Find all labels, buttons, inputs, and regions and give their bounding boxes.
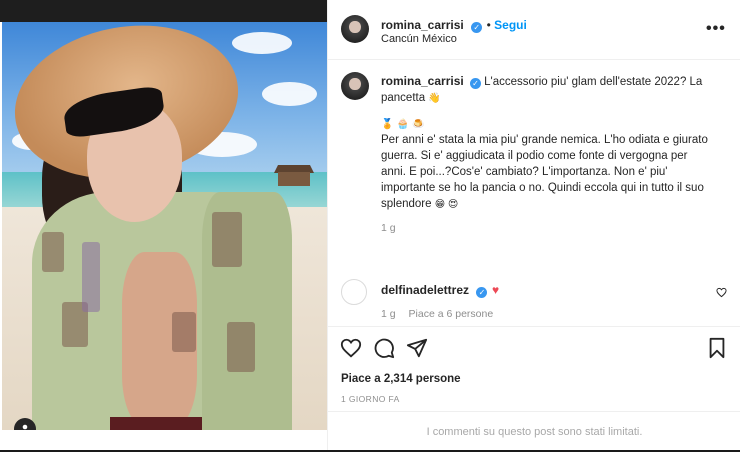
shirt-print (82, 242, 100, 312)
caption-text-line-2: pancetta (381, 92, 426, 104)
photo-cloud (232, 32, 292, 54)
caption-author-username[interactable]: romina_carrisi (381, 74, 464, 88)
caption-body-line: splendore (381, 198, 432, 210)
comment-meta: 1 g Piace a 6 persone (381, 308, 493, 320)
small-heart-icon[interactable] (716, 285, 727, 303)
caption-time[interactable]: 1 g (381, 220, 726, 236)
modal-backdrop-bottom (0, 430, 328, 450)
shirt-print (172, 312, 196, 352)
more-options-icon[interactable]: ••• (706, 20, 726, 38)
post-photo[interactable] (2, 22, 327, 430)
verified-badge-icon: ✓ (476, 287, 488, 298)
verified-badge-icon: ✓ (469, 78, 481, 89)
smile-emoji-icon: 😁 😍 (434, 199, 459, 210)
post-date[interactable]: 1 GIORNO FA (341, 394, 400, 404)
caption-body-line: importante se ho la pancia o no. Quindi … (381, 182, 704, 194)
comment-author-avatar[interactable] (341, 279, 367, 305)
author-line: romina_carrisi ✓ • Segui (381, 16, 527, 34)
photo-bikini (110, 417, 202, 430)
photo-hut (278, 172, 310, 186)
caption-author-avatar[interactable] (341, 72, 369, 100)
author-avatar[interactable] (341, 15, 369, 43)
caption-body-line: Per anni e' stata la mia piu' grande nem… (381, 134, 708, 146)
photo-cloud (262, 82, 317, 106)
post-location[interactable]: Cancún México (381, 33, 457, 45)
shirt-print (212, 212, 242, 267)
caption-last-line: splendore 😁 😍 (381, 196, 726, 212)
caption-second-line: pancetta 👋 (381, 90, 726, 106)
comment-icon[interactable] (373, 337, 397, 361)
medal-emoji-icon: 🏅 (381, 119, 394, 130)
caption-body-line: guerra. Si e' aggiudicata il podio come … (381, 150, 688, 162)
post-details-panel: romina_carrisi ✓ • Segui Cancún México •… (327, 0, 740, 450)
comment-time[interactable]: 1 g (381, 308, 396, 320)
comment-author-username[interactable]: delfinadelettrez (381, 283, 469, 297)
pudding-emoji-icon: 🍮 (412, 119, 425, 130)
cupcake-emoji-icon: 🧁 (396, 119, 410, 130)
caption-first-line: romina_carrisi ✓ L'accessorio piu' glam … (381, 73, 726, 90)
bookmark-icon[interactable] (706, 337, 730, 361)
shirt-print (227, 322, 255, 372)
instagram-post-modal: romina_carrisi ✓ • Segui Cancún México •… (0, 0, 740, 450)
follow-button[interactable]: Segui (494, 18, 527, 32)
modal-backdrop-top (0, 0, 328, 22)
comment-likes[interactable]: Piace a 6 persone (409, 308, 494, 320)
author-username[interactable]: romina_carrisi (381, 18, 464, 32)
red-heart-emoji-icon: ♥ (491, 283, 500, 297)
verified-badge-icon: ✓ (471, 22, 483, 33)
post-actions: Piace a 2,314 persone 1 GIORNO FA I comm… (328, 326, 740, 450)
post-header: romina_carrisi ✓ • Segui Cancún México •… (328, 0, 740, 60)
caption-text-line-1: L'accessorio piu' glam dell'estate 2022?… (484, 76, 703, 88)
shirt-print (42, 232, 64, 272)
heart-icon[interactable] (340, 337, 364, 361)
like-count[interactable]: Piace a 2,314 persone (341, 373, 461, 385)
comments-limited-notice: I commenti su questo post sono stati lim… (328, 411, 740, 451)
comment: delfinadelettrez ✓ ♥ (381, 281, 499, 299)
share-icon[interactable] (406, 337, 430, 361)
caption-body-line: anni. E poi...?Cos'e' cambiato? L'import… (381, 166, 668, 178)
post-caption: romina_carrisi ✓ L'accessorio piu' glam … (381, 73, 726, 236)
waving-hand-icon: 👋 (428, 93, 441, 104)
